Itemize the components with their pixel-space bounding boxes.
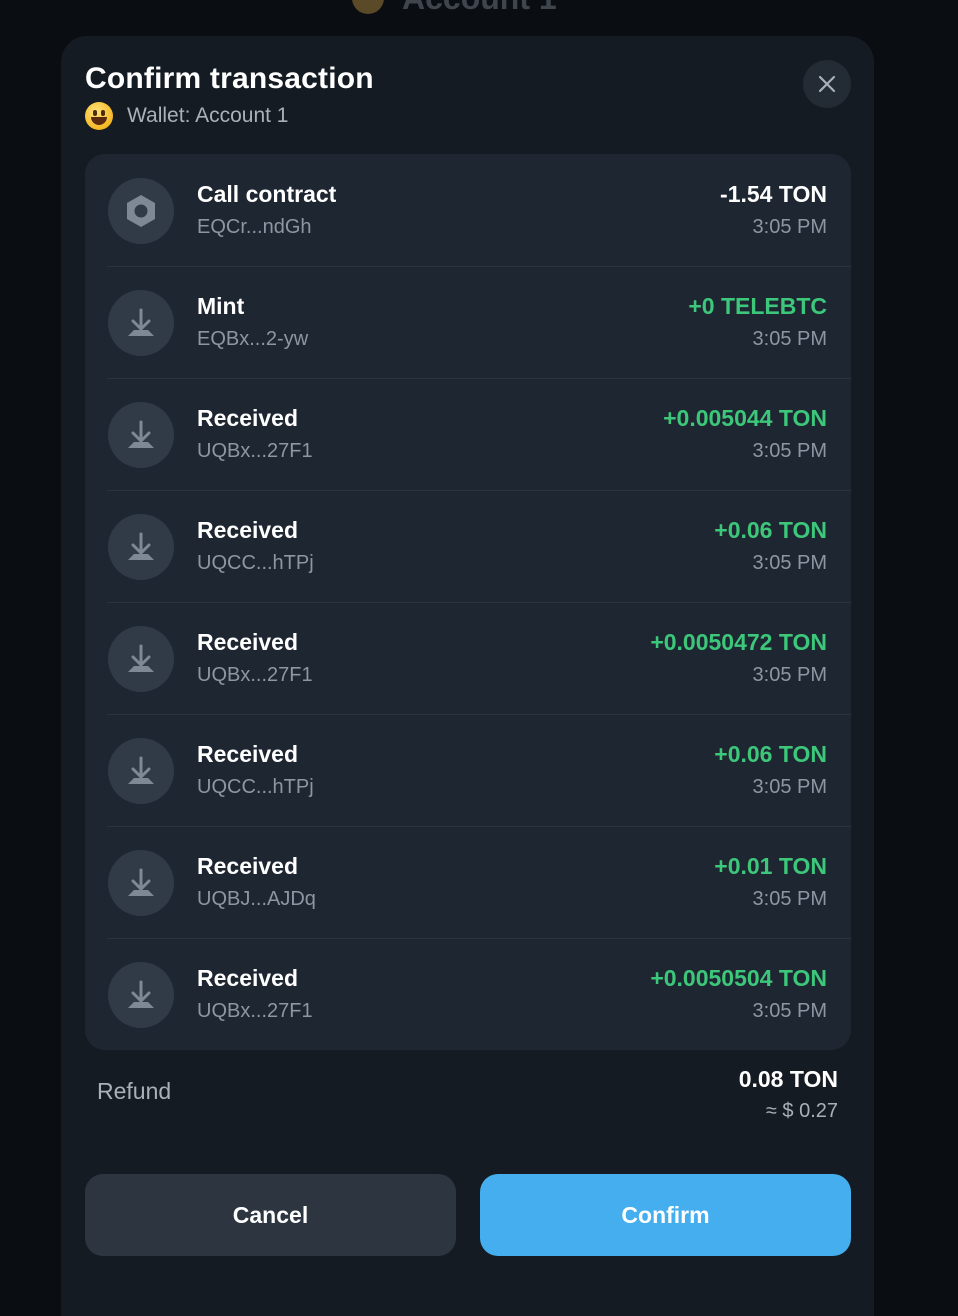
confirm-button[interactable]: Confirm [480,1174,851,1256]
close-icon [818,75,836,93]
refund-amount: 0.08 TON [738,1066,838,1092]
transaction-address: EQCr...ndGh [197,216,312,238]
refund-label: Refund [97,1078,172,1104]
transaction-address: UQCC...hTPj [197,776,314,798]
transaction-time: 3:05 PM [752,664,827,686]
transaction-icon [108,626,174,692]
cancel-button[interactable]: Cancel [85,1174,456,1256]
download-icon [128,308,154,336]
refund-fiat-value: ≈ $ 0.27 [765,1100,838,1122]
transaction-time: 3:05 PM [752,216,827,238]
transaction-title: Received [197,741,299,767]
transaction-amount: +0.0050504 TON [650,965,827,991]
transaction-amount: +0.06 TON [714,517,827,543]
download-icon [128,980,154,1008]
transaction-row: Received UQCC...hTPj +0.06 TON 3:05 PM [85,714,851,826]
transaction-row: Received UQBJ...AJDq +0.01 TON 3:05 PM [85,826,851,938]
transaction-title: Received [197,853,299,879]
transaction-address: UQBx...27F1 [197,664,313,686]
transaction-address: EQBx...2-yw [197,328,309,350]
transaction-time: 3:05 PM [752,1000,827,1022]
transaction-time: 3:05 PM [752,440,827,462]
transaction-row: Received UQCC...hTPj +0.06 TON 3:05 PM [85,490,851,602]
transaction-amount: +0.01 TON [714,853,827,879]
account-avatar [352,0,384,14]
transaction-time: 3:05 PM [752,328,827,350]
transaction-icon [108,514,174,580]
transaction-row: Mint EQBx...2-yw +0 TELEBTC 3:05 PM [85,266,851,378]
transaction-title: Received [197,629,299,655]
transaction-address: UQBJ...AJDq [197,888,316,910]
transaction-row: Received UQBx...27F1 +0.0050504 TON 3:05… [85,938,851,1050]
transaction-address: UQBx...27F1 [197,1000,313,1022]
transaction-address: UQCC...hTPj [197,552,314,574]
download-icon [128,532,154,560]
download-icon [128,756,154,784]
backdrop-account-name: Account 1 [402,0,557,17]
download-icon [128,420,154,448]
dialog-title: Confirm transaction [85,62,374,95]
download-icon [128,868,154,896]
transaction-time: 3:05 PM [752,888,827,910]
transaction-time: 3:05 PM [752,552,827,574]
transaction-title: Received [197,965,299,991]
transaction-amount: -1.54 TON [720,181,827,207]
transaction-amount: +0 TELEBTC [688,293,827,319]
backdrop-account-title: Account 1 [352,0,557,18]
transaction-icon [108,290,174,356]
transaction-time: 3:05 PM [752,776,827,798]
transaction-amount: +0.06 TON [714,741,827,767]
transaction-row: Call contract EQCr...ndGh -1.54 TON 3:05… [85,154,851,266]
transaction-icon [108,962,174,1028]
transaction-list: Call contract EQCr...ndGh -1.54 TON 3:05… [85,154,851,1050]
wallet-label: Wallet: Account 1 [127,104,289,127]
transaction-address: UQBx...27F1 [197,440,313,462]
smiley-emoji-icon [85,102,113,130]
transaction-title: Received [197,405,299,431]
transaction-icon [108,178,174,244]
confirm-transaction-sheet: Confirm transaction Wallet: Account 1 Ca… [61,36,874,1316]
gear-icon [127,195,155,227]
download-icon [128,644,154,672]
transaction-icon [108,738,174,804]
transaction-amount: +0.005044 TON [663,405,827,431]
close-button[interactable] [803,60,851,108]
transaction-title: Mint [197,293,245,319]
transaction-icon [108,850,174,916]
transaction-row: Received UQBx...27F1 +0.0050472 TON 3:05… [85,602,851,714]
transaction-icon [108,402,174,468]
wallet-info: Wallet: Account 1 [85,100,288,132]
transaction-title: Received [197,517,299,543]
transaction-row: Received UQBx...27F1 +0.005044 TON 3:05 … [85,378,851,490]
transaction-amount: +0.0050472 TON [650,629,827,655]
transaction-title: Call contract [197,181,337,207]
